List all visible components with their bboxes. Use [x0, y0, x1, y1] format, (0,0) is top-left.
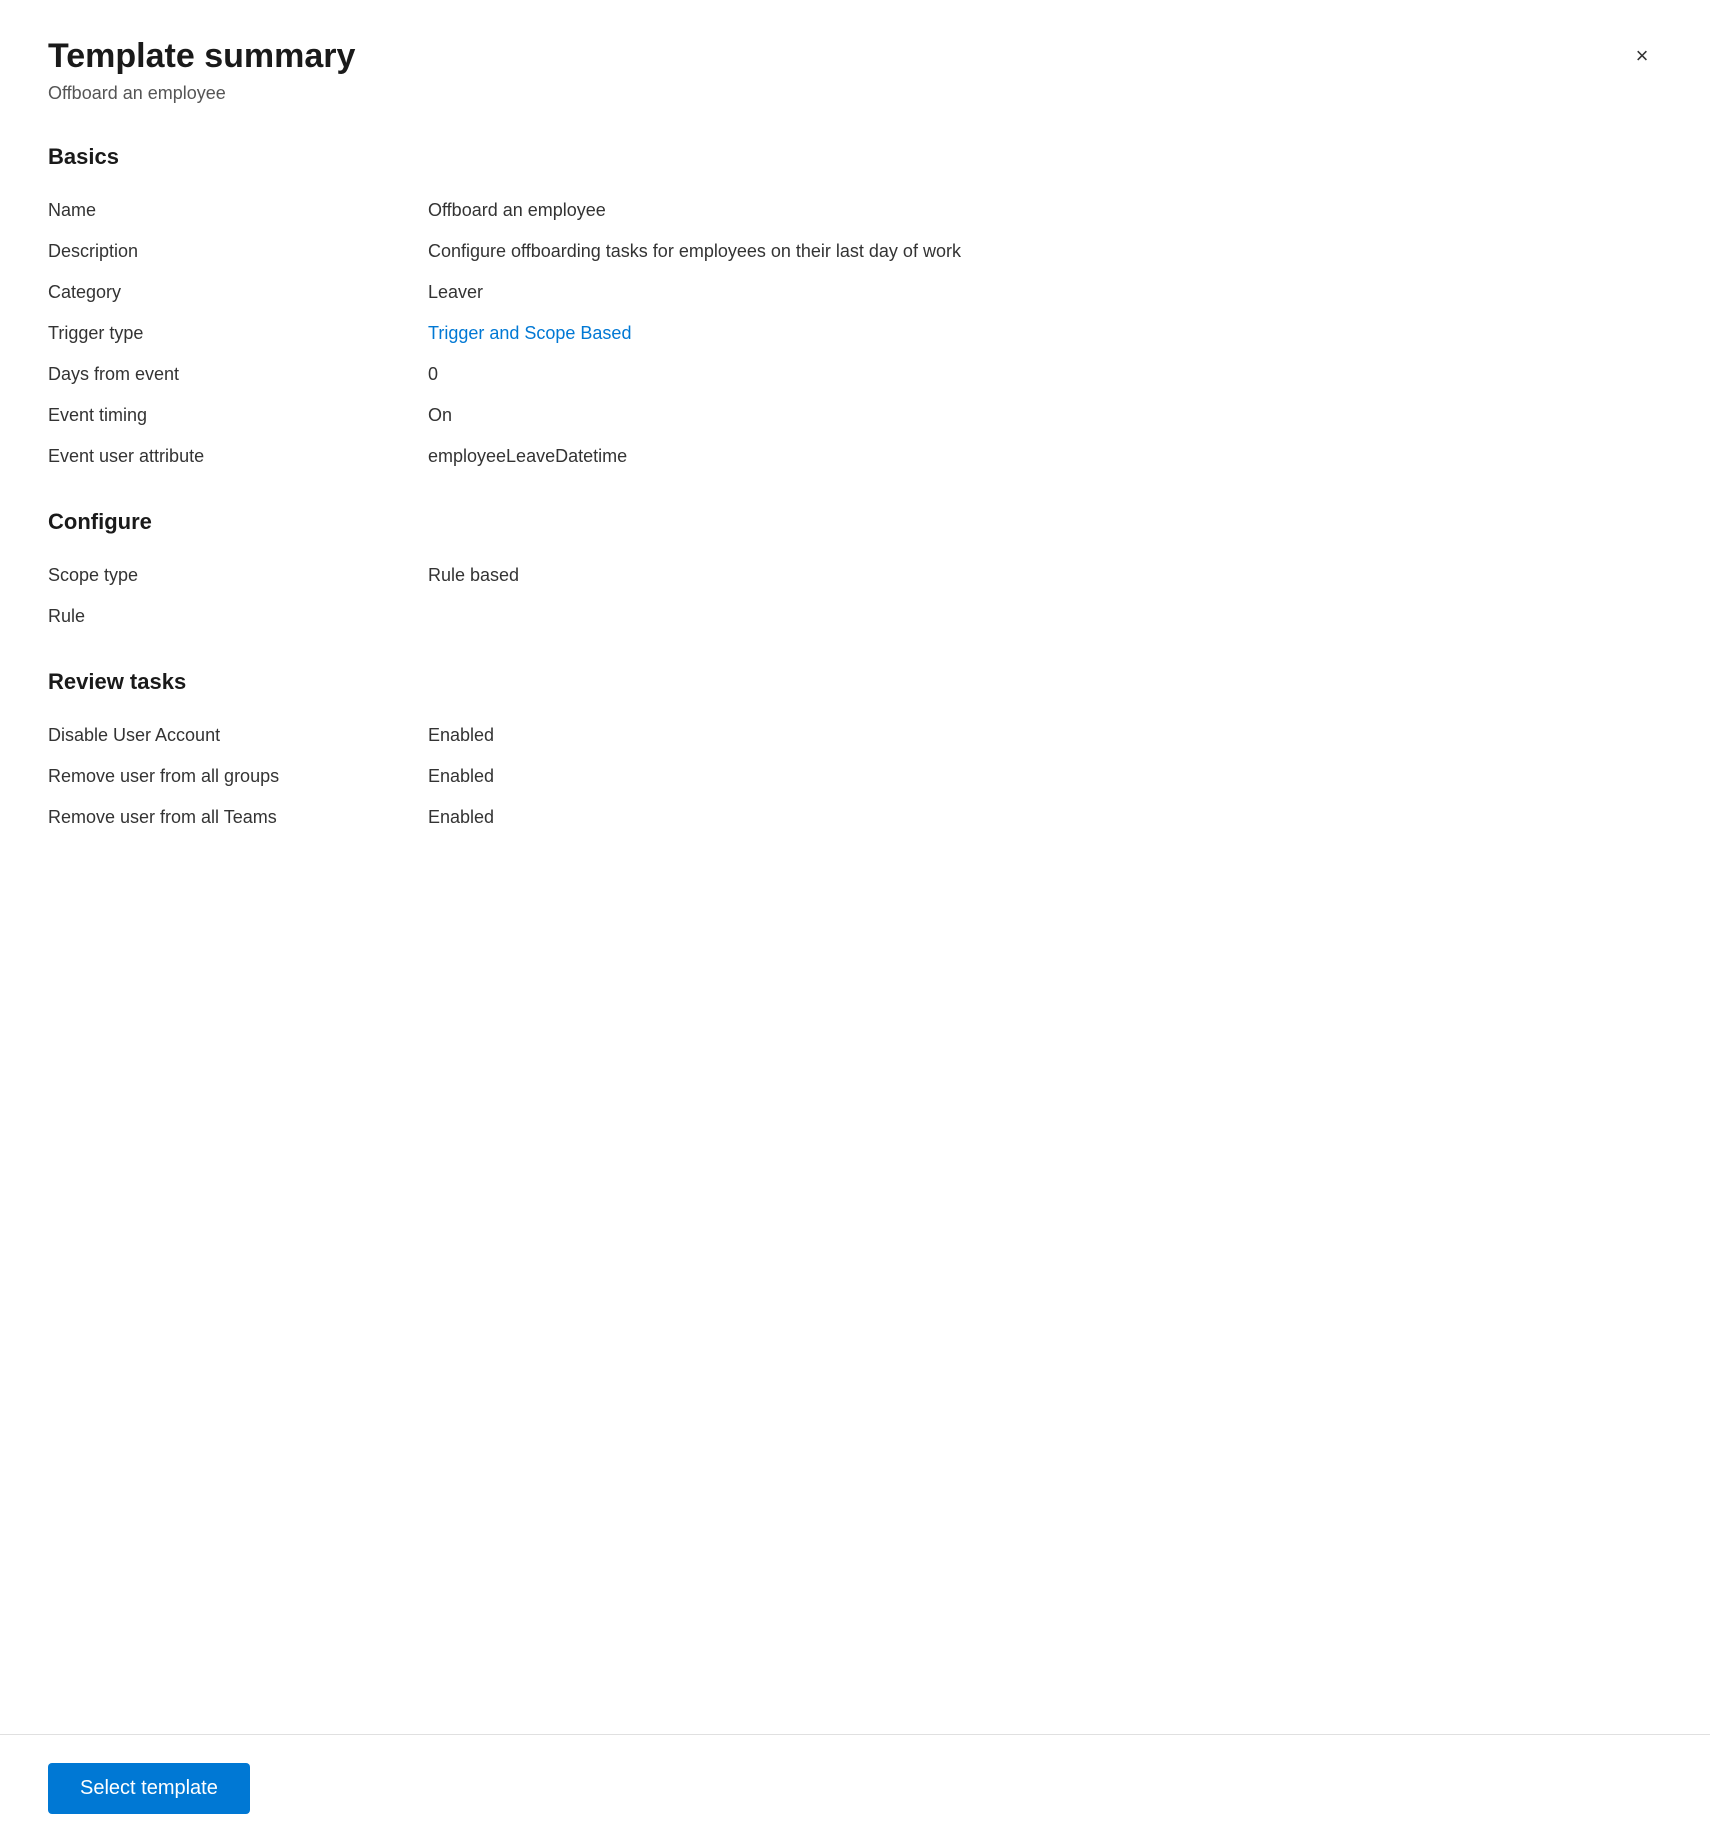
field-label-name: Name [48, 200, 428, 221]
field-row-event-timing: Event timing On [48, 395, 1662, 436]
panel-header: Template summary Offboard an employee × [0, 0, 1710, 104]
configure-section: Configure Scope type Rule based Rule [48, 509, 1662, 637]
field-value-event-timing: On [428, 405, 452, 426]
field-label-trigger-type: Trigger type [48, 323, 428, 344]
basics-heading: Basics [48, 144, 1662, 170]
field-row-trigger-type: Trigger type Trigger and Scope Based [48, 313, 1662, 354]
field-row-days-from-event: Days from event 0 [48, 354, 1662, 395]
field-row-remove-from-teams: Remove user from all Teams Enabled [48, 797, 1662, 838]
field-row-category: Category Leaver [48, 272, 1662, 313]
field-value-description: Configure offboarding tasks for employee… [428, 241, 961, 262]
close-button[interactable]: × [1622, 36, 1662, 76]
field-label-remove-from-groups: Remove user from all groups [48, 766, 428, 787]
review-tasks-heading: Review tasks [48, 669, 1662, 695]
field-label-category: Category [48, 282, 428, 303]
field-value-remove-from-groups: Enabled [428, 766, 494, 787]
remove-from-teams-link[interactable]: Remove user from all Teams [48, 807, 277, 827]
select-template-button[interactable]: Select template [48, 1763, 250, 1814]
panel-subtitle: Offboard an employee [48, 83, 1662, 104]
field-row-rule: Rule [48, 596, 1662, 637]
template-summary-panel: Template summary Offboard an employee × … [0, 0, 1710, 1842]
field-value-remove-from-teams: Enabled [428, 807, 494, 828]
field-label-disable-user-account: Disable User Account [48, 725, 428, 746]
field-label-description: Description [48, 241, 428, 262]
field-row-scope-type: Scope type Rule based [48, 555, 1662, 596]
field-value-days-from-event: 0 [428, 364, 438, 385]
field-value-trigger-type[interactable]: Trigger and Scope Based [428, 323, 631, 344]
remove-from-groups-link[interactable]: Remove user from all groups [48, 766, 279, 786]
field-value-disable-user-account: Enabled [428, 725, 494, 746]
field-label-scope-type: Scope type [48, 565, 428, 586]
field-row-name: Name Offboard an employee [48, 190, 1662, 231]
field-value-category: Leaver [428, 282, 483, 303]
panel-title: Template summary [48, 36, 1662, 77]
close-icon: × [1636, 43, 1649, 69]
review-tasks-section: Review tasks Disable User Account Enable… [48, 669, 1662, 838]
field-value-name: Offboard an employee [428, 200, 606, 221]
field-label-remove-from-teams: Remove user from all Teams [48, 807, 428, 828]
field-row-remove-from-groups: Remove user from all groups Enabled [48, 756, 1662, 797]
field-row-event-user-attribute: Event user attribute employeeLeaveDateti… [48, 436, 1662, 477]
field-label-event-timing: Event timing [48, 405, 428, 426]
field-value-event-user-attribute: employeeLeaveDatetime [428, 446, 627, 467]
disable-user-account-link[interactable]: Disable User Account [48, 725, 220, 745]
field-row-disable-user-account: Disable User Account Enabled [48, 715, 1662, 756]
basics-section: Basics Name Offboard an employee Descrip… [48, 144, 1662, 477]
field-label-event-user-attribute: Event user attribute [48, 446, 428, 467]
panel-content: Basics Name Offboard an employee Descrip… [0, 104, 1710, 1842]
field-label-rule: Rule [48, 606, 428, 627]
field-row-description: Description Configure offboarding tasks … [48, 231, 1662, 272]
configure-heading: Configure [48, 509, 1662, 535]
field-value-scope-type: Rule based [428, 565, 519, 586]
field-label-days-from-event: Days from event [48, 364, 428, 385]
panel-footer: Select template [0, 1734, 1710, 1842]
